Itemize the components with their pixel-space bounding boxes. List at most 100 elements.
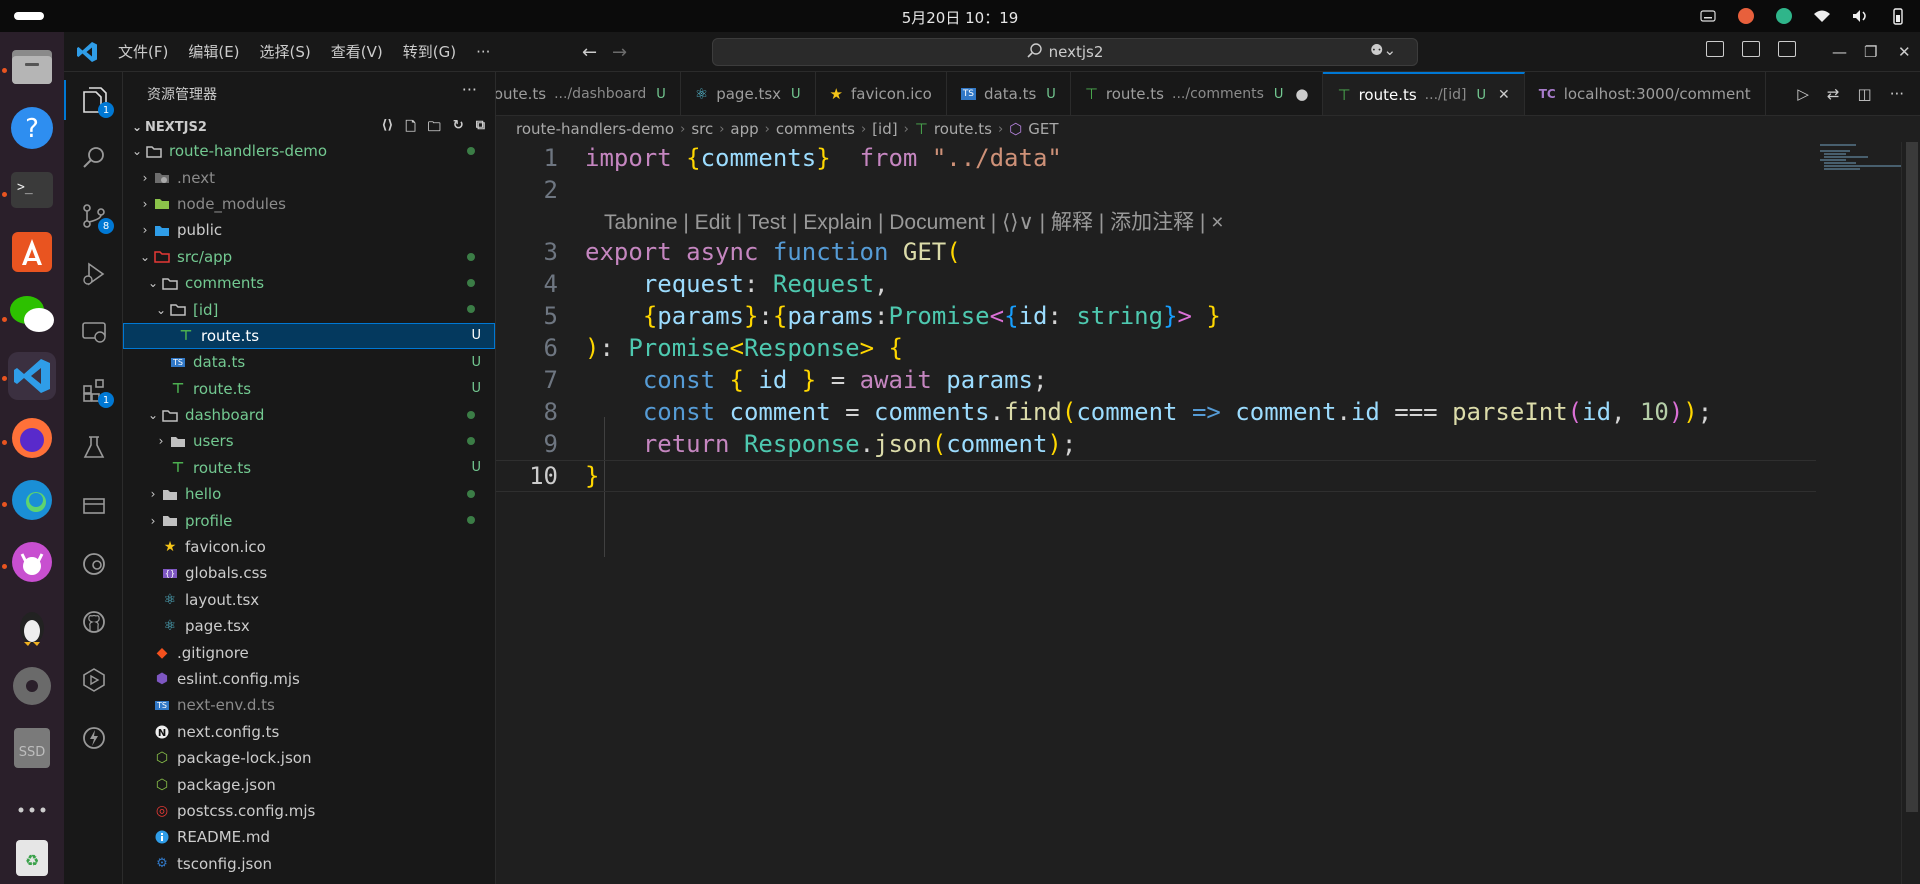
linux-app-icon[interactable] bbox=[8, 600, 56, 648]
tabnine-icon[interactable] bbox=[78, 664, 110, 696]
codelens-actions[interactable]: Tabnine | Edit | Test | Explain | Docume… bbox=[604, 206, 1223, 236]
tab-localhost[interactable]: TC localhost:3000/comment bbox=[1525, 72, 1766, 115]
chevron-right-icon[interactable]: › bbox=[137, 197, 153, 211]
file-row[interactable]: README.md bbox=[123, 824, 495, 850]
folder-row[interactable]: › .next bbox=[123, 164, 495, 190]
volume-icon[interactable] bbox=[1850, 6, 1870, 26]
folder-row[interactable]: ⌄ dashboard bbox=[123, 402, 495, 428]
chevron-right-icon[interactable]: › bbox=[145, 487, 161, 501]
containers-icon[interactable] bbox=[78, 490, 110, 522]
tab-route-id-active[interactable]: ⊤ route.ts .../[id] U ✕ bbox=[1323, 72, 1525, 115]
folder-row[interactable]: › users bbox=[123, 428, 495, 454]
file-row[interactable]: ⬡ package-lock.json bbox=[123, 745, 495, 771]
testing-icon[interactable] bbox=[78, 432, 110, 464]
refresh-icon[interactable]: ↻ bbox=[453, 118, 464, 140]
chevron-down-icon[interactable]: ⌄ bbox=[153, 303, 169, 317]
menu-file[interactable]: 文件(F) bbox=[118, 41, 168, 62]
minimize-icon[interactable]: — bbox=[1832, 43, 1847, 61]
compare-icon[interactable]: ⇄ bbox=[1827, 85, 1840, 103]
file-row[interactable]: ⬢ eslint.config.mjs bbox=[123, 666, 495, 692]
files-app-icon[interactable] bbox=[8, 42, 56, 90]
battery-icon[interactable] bbox=[1888, 6, 1908, 26]
menu-edit[interactable]: 编辑(E) bbox=[188, 41, 239, 62]
new-file-icon[interactable]: 🗋 bbox=[405, 118, 415, 140]
file-row[interactable]: ⊤ route.ts U bbox=[123, 376, 495, 402]
chevron-right-icon[interactable]: › bbox=[137, 171, 153, 185]
customize-layout-icon[interactable] bbox=[1764, 41, 1765, 42]
back-arrow-icon[interactable]: ← bbox=[582, 42, 597, 63]
folder-row[interactable]: › public bbox=[123, 217, 495, 243]
forward-arrow-icon[interactable]: → bbox=[612, 42, 627, 63]
folder-row[interactable]: ⌄ comments bbox=[123, 270, 495, 296]
folder-row[interactable]: › profile bbox=[123, 507, 495, 533]
tab-data-ts[interactable]: TS data.ts U bbox=[947, 72, 1071, 115]
thunder-client-icon[interactable] bbox=[78, 722, 110, 754]
minimap[interactable] bbox=[1818, 142, 1902, 182]
unsaved-dot-icon[interactable]: ● bbox=[1295, 85, 1308, 103]
folder-row[interactable]: › hello bbox=[123, 481, 495, 507]
file-row[interactable]: Nnext.config.ts bbox=[123, 719, 495, 745]
breadcrumb-item[interactable]: comments bbox=[776, 120, 855, 138]
chevron-down-icon[interactable]: ⌄ bbox=[129, 144, 145, 158]
chevron-down-icon[interactable]: ⌄ bbox=[145, 276, 161, 290]
app-center-icon[interactable] bbox=[8, 228, 56, 276]
toggle-secondary-sidebar-icon[interactable] bbox=[1778, 41, 1796, 57]
chevron-down-icon[interactable]: ⌄ bbox=[137, 250, 153, 264]
chevron-right-icon[interactable]: › bbox=[145, 514, 161, 528]
explorer-icon[interactable]: 1 bbox=[78, 84, 114, 118]
file-row[interactable]: ◆ .gitignore bbox=[123, 639, 495, 665]
chevron-right-icon[interactable]: › bbox=[153, 434, 169, 448]
folder-row[interactable]: ⌄ [id] bbox=[123, 296, 495, 322]
disk-icon[interactable] bbox=[8, 662, 56, 710]
tab-page-tsx[interactable]: ⚛ page.tsx U bbox=[681, 72, 816, 115]
menu-more[interactable]: ··· bbox=[476, 43, 490, 61]
terminal-icon[interactable]: >_ bbox=[8, 166, 56, 214]
more-actions-icon[interactable]: ··· bbox=[462, 80, 477, 99]
file-row[interactable]: ◎ postcss.config.mjs bbox=[123, 798, 495, 824]
breadcrumb-item[interactable]: GET bbox=[1028, 120, 1058, 138]
folder-row[interactable]: ⌄ route-handlers-demo bbox=[123, 138, 495, 164]
file-row[interactable]: ⊤ route.ts U bbox=[123, 322, 495, 350]
project-header[interactable]: ⌄ NEXTJS2 ⟨⟩ 🗋 🗀 ↻ ⧉ bbox=[123, 116, 495, 138]
github-icon[interactable] bbox=[78, 606, 110, 638]
file-row[interactable]: ⚛ page.tsx bbox=[123, 613, 495, 639]
restore-icon[interactable]: ❐ bbox=[1864, 43, 1877, 61]
file-row[interactable]: ⬡ package.json bbox=[123, 771, 495, 797]
breadcrumb-item[interactable]: src bbox=[691, 120, 713, 138]
wifi-icon[interactable] bbox=[1812, 6, 1832, 26]
file-row[interactable]: ⚛ layout.tsx bbox=[123, 587, 495, 613]
file-row[interactable]: ⊤ route.ts U bbox=[123, 455, 495, 481]
breadcrumb-item[interactable]: [id] bbox=[872, 120, 897, 138]
close-window-icon[interactable]: ✕ bbox=[1898, 43, 1911, 61]
firefox-icon[interactable] bbox=[8, 414, 56, 462]
help-icon[interactable]: ? bbox=[8, 104, 56, 152]
breadcrumb-item[interactable]: app bbox=[730, 120, 758, 138]
scrollbar-thumb[interactable] bbox=[1906, 142, 1918, 812]
folder-row[interactable]: ⌄ src/app bbox=[123, 244, 495, 270]
copilot-edit-icon[interactable]: ⟨⟩ bbox=[381, 118, 393, 140]
file-row[interactable]: ★ favicon.ico bbox=[123, 534, 495, 560]
tab-route-dashboard[interactable]: route.ts .../dashboard U bbox=[496, 72, 681, 115]
collapse-all-icon[interactable]: ⧉ bbox=[476, 118, 485, 140]
breadcrumb-item[interactable]: route-handlers-demo bbox=[516, 120, 674, 138]
vscode-dock-icon[interactable] bbox=[8, 352, 56, 400]
system-clock[interactable]: 5月20日 10：19 bbox=[0, 7, 1920, 28]
file-row[interactable]: ⚙ tsconfig.json bbox=[123, 851, 495, 877]
run-debug-icon[interactable] bbox=[78, 258, 110, 290]
edge-devtools-icon[interactable] bbox=[78, 548, 110, 580]
tab-route-comments[interactable]: ⊤ route.ts .../comments U ● bbox=[1071, 72, 1324, 115]
more-editor-actions-icon[interactable]: ··· bbox=[1890, 85, 1904, 103]
menu-selection[interactable]: 选择(S) bbox=[260, 41, 311, 62]
tray-app-icon[interactable] bbox=[1736, 6, 1756, 26]
extensions-icon[interactable]: 1 bbox=[78, 374, 114, 408]
source-control-icon[interactable]: 8 bbox=[78, 200, 114, 234]
breadcrumb-item[interactable]: route.ts bbox=[934, 120, 992, 138]
ssd-drive-icon[interactable]: SSD bbox=[8, 724, 56, 772]
menu-go[interactable]: 转到(G) bbox=[403, 41, 456, 62]
folder-row[interactable]: › node_modules bbox=[123, 191, 495, 217]
close-tab-icon[interactable]: ✕ bbox=[1498, 87, 1510, 103]
vertical-scrollbar[interactable] bbox=[1901, 142, 1920, 884]
split-editor-icon[interactable]: ◫ bbox=[1858, 85, 1872, 103]
remote-explorer-icon[interactable] bbox=[78, 316, 110, 348]
run-icon[interactable]: ▷ bbox=[1797, 85, 1809, 103]
